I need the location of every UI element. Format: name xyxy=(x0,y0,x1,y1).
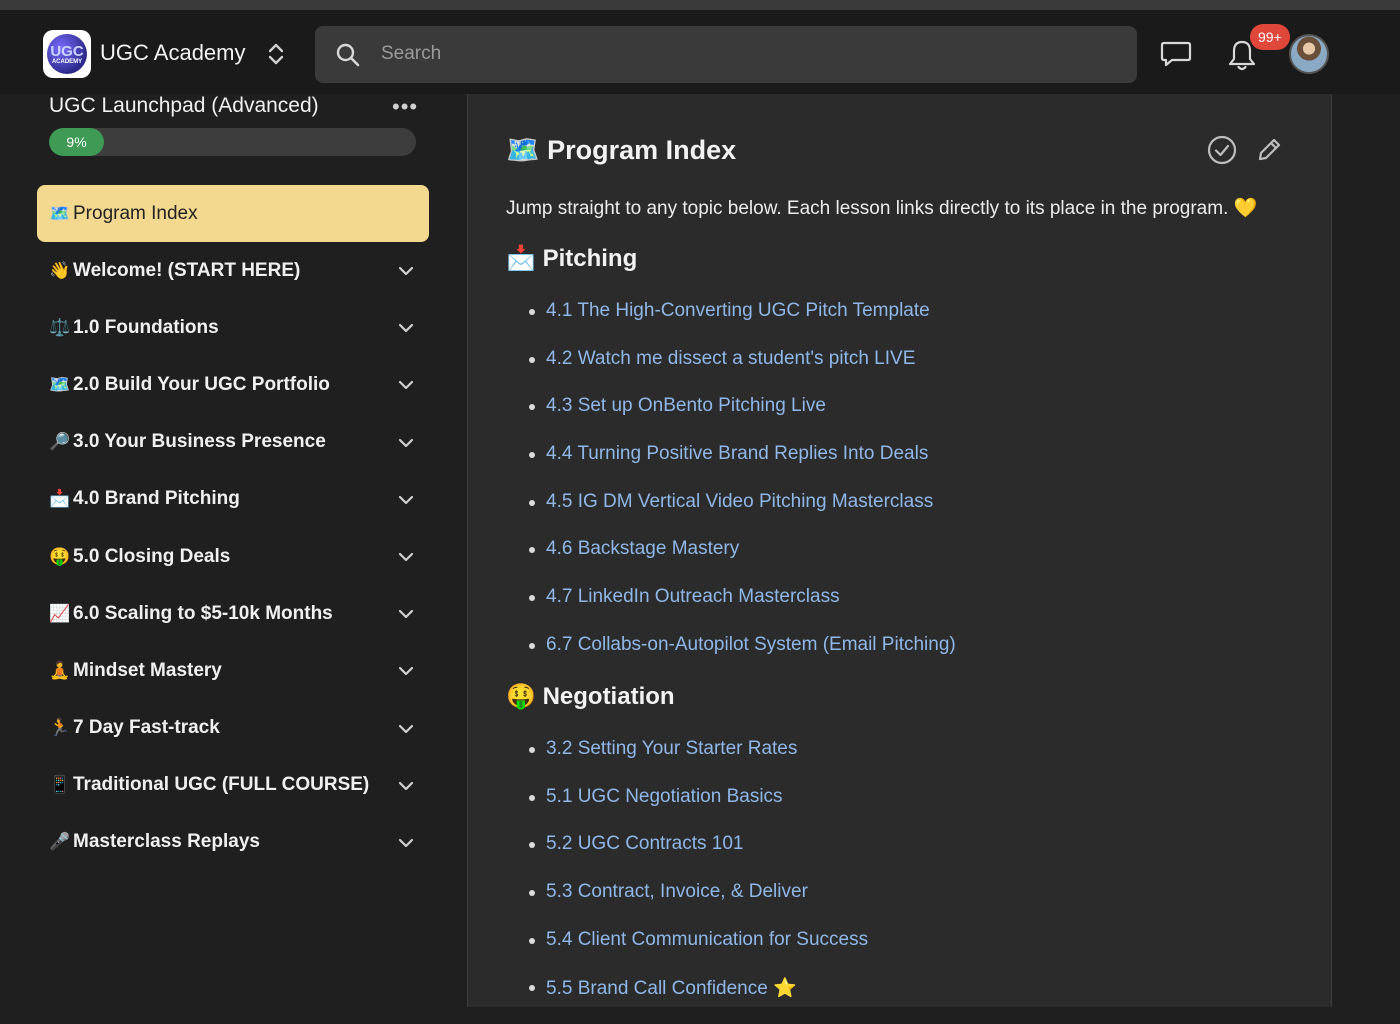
more-options-icon[interactable]: ••• xyxy=(392,94,418,120)
chevron-down-icon[interactable] xyxy=(397,376,415,394)
chevron-down-icon[interactable] xyxy=(397,434,415,452)
lesson-link-list: 3.2 Setting Your Starter Rates 5.1 UGC Ne… xyxy=(526,738,868,1024)
sidebar-item-emoji: 🗺️ xyxy=(49,374,71,394)
sidebar-item-9[interactable]: 🏃 7 Day Fast-track xyxy=(37,700,429,757)
sidebar-item-6[interactable]: 🤑 5.0 Closing Deals xyxy=(37,528,429,585)
page-title-text: Program Index xyxy=(547,135,737,165)
lesson-link[interactable]: 4.4 Turning Positive Brand Replies Into … xyxy=(526,443,956,491)
sidebar-item-label: 5.0 Closing Deals xyxy=(73,545,231,567)
intro-text: Jump straight to any topic below. Each l… xyxy=(506,198,1258,219)
chevron-down-icon[interactable] xyxy=(397,262,415,280)
sidebar-item-emoji: ⚖️ xyxy=(49,317,71,337)
community-name[interactable]: UGC Academy xyxy=(100,40,246,66)
logo-text-bottom: ACADEMY xyxy=(51,58,83,65)
sidebar-item-7[interactable]: 📈 6.0 Scaling to $5-10k Months xyxy=(37,585,429,642)
search-input[interactable] xyxy=(381,36,1121,72)
sidebar-item-1[interactable]: 👋 Welcome! (START HERE) xyxy=(37,242,429,299)
sidebar-item-emoji: 🏃 xyxy=(49,718,71,738)
course-title: UGC Launchpad (Advanced) xyxy=(49,94,319,117)
user-avatar[interactable] xyxy=(1289,34,1329,74)
sidebar-item-2[interactable]: ⚖️ 1.0 Foundations xyxy=(37,299,429,356)
lesson-link-list: 4.1 The High-Converting UGC Pitch Templa… xyxy=(526,300,956,682)
lesson-link[interactable]: 5.1 UGC Negotiation Basics xyxy=(526,786,868,834)
lesson-link[interactable]: 5.2 UGC Contracts 101 xyxy=(526,833,868,881)
sidebar-item-10[interactable]: 📱 Traditional UGC (FULL COURSE) xyxy=(37,757,429,814)
chevron-down-icon[interactable] xyxy=(397,491,415,509)
sidebar-item-label: 3.0 Your Business Presence xyxy=(73,431,326,453)
sidebar-item-label: 1.0 Foundations xyxy=(73,316,219,338)
sidebar-item-label: Program Index xyxy=(73,202,198,224)
sidebar-item-emoji: 🤑 xyxy=(49,546,71,566)
chevron-down-icon[interactable] xyxy=(397,548,415,566)
section-heading: 🤑 Negotiation xyxy=(506,682,675,711)
sidebar-item-emoji: 📩 xyxy=(49,489,71,509)
section-title: Negotiation xyxy=(542,683,675,710)
sidebar-item-label: Welcome! (START HERE) xyxy=(73,259,301,281)
section-title: Pitching xyxy=(542,245,638,272)
page-title-emoji: 🗺️ xyxy=(506,135,540,165)
lesson-link[interactable]: 5.3 Contract, Invoice, & Deliver xyxy=(526,881,868,929)
top-bar: UGC ACADEMY UGC Academy 99+ xyxy=(0,10,1400,94)
chat-icon[interactable] xyxy=(1160,40,1192,68)
logo-text-top: UGC xyxy=(50,42,84,60)
sidebar-item-emoji: 🧘 xyxy=(49,660,71,680)
page-title: 🗺️ Program Index xyxy=(506,134,736,166)
lesson-link[interactable]: 3.2 Setting Your Starter Rates xyxy=(526,738,868,786)
chevron-down-icon[interactable] xyxy=(397,605,415,623)
sidebar-item-11[interactable]: 🎤 Masterclass Replays xyxy=(37,814,429,871)
sidebar-item-8[interactable]: 🧘 Mindset Mastery xyxy=(37,642,429,699)
lesson-link[interactable]: 4.1 The High-Converting UGC Pitch Templa… xyxy=(526,300,956,348)
lesson-link[interactable]: 6.7 Collabs-on-Autopilot System (Email P… xyxy=(526,634,956,682)
course-progress-fill: 9% xyxy=(49,128,105,156)
sidebar-item-label: Mindset Mastery xyxy=(73,659,222,681)
sidebar-item-emoji: 🎤 xyxy=(49,832,71,852)
lesson-link[interactable]: 4.2 Watch me dissect a student's pitch L… xyxy=(526,348,956,396)
sidebar-item-label: Masterclass Replays xyxy=(73,831,260,853)
sidebar-item-emoji: 🔎 xyxy=(49,432,71,452)
logo-badge: UGC ACADEMY xyxy=(47,34,87,74)
sidebar-item-label: 7 Day Fast-track xyxy=(73,717,220,739)
sidebar-item-emoji: 📈 xyxy=(49,603,71,623)
edit-pencil-icon[interactable] xyxy=(1255,136,1283,164)
sidebar-item-emoji: 👋 xyxy=(49,260,71,280)
course-sidebar: UGC Launchpad (Advanced) ••• 9% 🗺️ Progra… xyxy=(0,94,466,1007)
sidebar-item-0[interactable]: 🗺️ Program Index xyxy=(37,185,429,242)
search-icon xyxy=(336,43,360,67)
progress-label: 9% xyxy=(66,134,87,150)
sidebar-item-emoji: 📱 xyxy=(49,775,71,795)
lesson-content: 🗺️ Program Index Jump straight to any to… xyxy=(467,94,1332,1007)
window-top-strip xyxy=(0,0,1400,10)
lesson-link[interactable]: 4.7 LinkedIn Outreach Masterclass xyxy=(526,586,956,634)
sidebar-item-3[interactable]: 🗺️ 2.0 Build Your UGC Portfolio xyxy=(37,356,429,413)
sidebar-item-label: 4.0 Brand Pitching xyxy=(73,488,240,510)
brand-logo[interactable]: UGC ACADEMY xyxy=(43,30,91,78)
section-heading: 📩 Pitching xyxy=(506,244,637,273)
search-bar[interactable] xyxy=(315,26,1137,83)
section-emoji: 📩 xyxy=(506,245,536,272)
sidebar-item-label: Traditional UGC (FULL COURSE) xyxy=(73,774,370,796)
chevron-down-icon[interactable] xyxy=(397,319,415,337)
chevron-down-icon[interactable] xyxy=(397,720,415,738)
section-emoji: 🤑 xyxy=(506,683,536,710)
sidebar-item-label: 2.0 Build Your UGC Portfolio xyxy=(73,373,330,395)
lesson-link[interactable]: 5.5 Brand Call Confidence ⭐ xyxy=(526,976,868,1024)
lesson-link[interactable]: 5.4 Client Communication for Success xyxy=(526,929,868,977)
chevron-down-icon[interactable] xyxy=(397,834,415,852)
sidebar-item-5[interactable]: 📩 4.0 Brand Pitching xyxy=(37,471,429,528)
notification-badge: 99+ xyxy=(1250,24,1290,50)
course-progress-bar: 9% xyxy=(49,128,416,156)
switch-community-icon[interactable] xyxy=(264,40,288,68)
sidebar-item-label: 6.0 Scaling to $5-10k Months xyxy=(73,602,333,624)
sidebar-item-emoji: 🗺️ xyxy=(49,203,71,223)
mark-complete-icon[interactable] xyxy=(1206,134,1238,166)
sidebar-item-4[interactable]: 🔎 3.0 Your Business Presence xyxy=(37,414,429,471)
chevron-down-icon[interactable] xyxy=(397,777,415,795)
lesson-link[interactable]: 4.3 Set up OnBento Pitching Live xyxy=(526,395,956,443)
lesson-link[interactable]: 4.5 IG DM Vertical Video Pitching Master… xyxy=(526,491,956,539)
chevron-down-icon[interactable] xyxy=(397,662,415,680)
module-list: 🗺️ Program Index 👋 Welcome! (START HERE) ⚖️ 1… xyxy=(37,185,429,871)
lesson-link[interactable]: 4.6 Backstage Mastery xyxy=(526,538,956,586)
